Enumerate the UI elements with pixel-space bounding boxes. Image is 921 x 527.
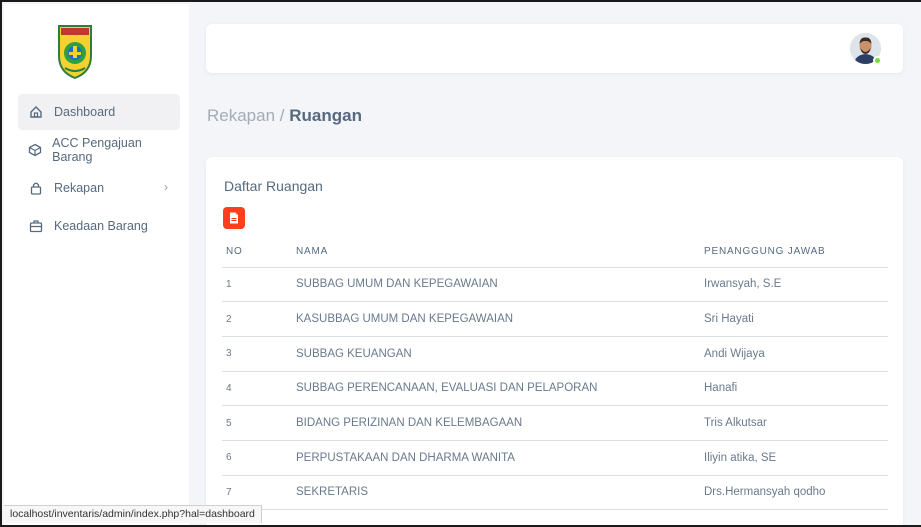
card-title: Daftar Ruangan [224,178,323,194]
table-row: 3 SUBBAG KEUANGAN Andi Wijaya [222,336,888,372]
cell-penanggung-jawab: Andi Wijaya [704,336,888,372]
cell-no: 4 [222,371,296,407]
breadcrumb-separator: / [279,106,285,125]
file-pdf-icon [230,212,238,224]
lock-icon [28,180,44,196]
cell-penanggung-jawab: Irwansyah, S.E [704,267,888,303]
briefcase-icon [28,218,44,234]
home-icon [28,104,44,120]
cell-penanggung-jawab: Sri Hayati [704,301,888,337]
cell-penanggung-jawab: Iliyin atika, SE [704,440,888,476]
column-header-no: NO [222,237,296,268]
sidebar-item-rekapan[interactable]: Rekapan › [18,170,180,206]
sidebar-item-label: Keadaan Barang [54,219,148,233]
box-icon [28,142,42,158]
online-status-dot [873,56,882,65]
cell-no: 1 [222,267,296,303]
app-window: Dashboard ACC Pengajuan Barang Rekapan › [0,0,921,527]
export-pdf-button[interactable] [223,207,245,229]
cell-nama: SUBBAG PERENCANAAN, EVALUASI DAN PELAPOR… [296,371,704,407]
ruangan-table: NO NAMA PENANGGUNG JAWAB 1 SUBBAG UMUM D… [222,237,888,511]
page-title: Ruangan [289,106,362,125]
table-row: 2 KASUBBAG UMUM DAN KEPEGAWAIAN Sri Haya… [222,301,888,337]
cell-no: 2 [222,301,296,337]
cell-nama: KASUBBAG UMUM DAN KEPEGAWAIAN [296,301,704,337]
sidebar-nav: Dashboard ACC Pengajuan Barang Rekapan › [18,94,180,246]
table-row: 7 SEKRETARIS Drs.Hermansyah qodho [222,475,888,511]
app-logo[interactable] [55,22,95,80]
column-header-nama: NAMA [296,237,704,268]
table-row: 6 PERPUSTAKAAN DAN DHARMA WANITA Iliyin … [222,440,888,476]
breadcrumb: Rekapan / Ruangan [207,106,362,126]
cell-penanggung-jawab: Drs.Hermansyah qodho [704,475,888,511]
column-header-penanggung-jawab: PENANGGUNG JAWAB [704,237,888,268]
cell-no: 6 [222,440,296,476]
table-row: 4 SUBBAG PERENCANAAN, EVALUASI DAN PELAP… [222,371,888,407]
sidebar-item-label: Dashboard [54,105,116,119]
browser-status-url: localhost/inventaris/admin/index.php?hal… [4,505,262,523]
cell-penanggung-jawab: Hanafi [704,371,888,407]
cell-no: 3 [222,336,296,372]
cell-penanggung-jawab: Tris Alkutsar [704,405,888,441]
cell-nama: PERPUSTAKAAN DAN DHARMA WANITA [296,440,704,476]
cell-nama: BIDANG PERIZINAN DAN KELEMBAGAAN [296,405,704,441]
sidebar-item-label: Rekapan [54,181,105,195]
cell-nama: SUBBAG UMUM DAN KEPEGAWAIAN [296,267,704,303]
user-avatar[interactable] [850,33,882,65]
sidebar-item-keadaan-barang[interactable]: Keadaan Barang [18,208,180,244]
cell-no: 5 [222,405,296,441]
table-header-row: NO NAMA PENANGGUNG JAWAB [222,237,888,268]
cell-nama: SEKRETARIS [296,475,704,511]
sidebar-item-label: ACC Pengajuan Barang [52,136,142,164]
cell-nama: SUBBAG KEUANGAN [296,336,704,372]
table-row: 1 SUBBAG UMUM DAN KEPEGAWAIAN Irwansyah,… [222,267,888,303]
table-row: 5 BIDANG PERIZINAN DAN KELEMBAGAAN Tris … [222,405,888,441]
logo-emblem-icon [58,25,92,80]
chevron-right-icon: › [164,180,168,194]
ruangan-card: Daftar Ruangan NO NAMA PENANGGUNG JAWAB … [206,157,903,525]
top-navbar [206,24,903,73]
sidebar-item-dashboard[interactable]: Dashboard [18,94,180,130]
breadcrumb-parent[interactable]: Rekapan [207,106,275,125]
sidebar: Dashboard ACC Pengajuan Barang Rekapan › [4,4,189,525]
sidebar-item-acc-pengajuan-barang[interactable]: ACC Pengajuan Barang [18,132,180,168]
